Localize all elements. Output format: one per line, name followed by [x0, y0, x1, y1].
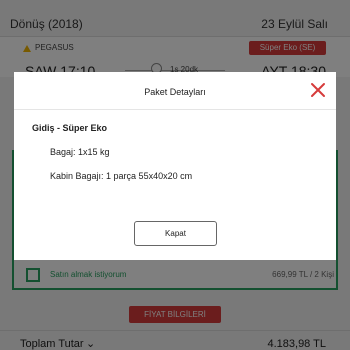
- modal-header: Paket Detayları: [14, 72, 336, 110]
- route-fare-title: Gidiş - Süper Eko: [32, 123, 108, 133]
- cabin-baggage-allowance: Kabin Bagajı: 1 parça 55x40x20 cm: [50, 171, 193, 181]
- baggage-allowance: Bagaj: 1x15 kg: [50, 147, 110, 157]
- close-button[interactable]: Kapat: [134, 221, 217, 246]
- modal-body: Gidiş - Süper Eko Bagaj: 1x15 kg Kabin B…: [14, 110, 336, 260]
- close-icon[interactable]: [310, 82, 326, 98]
- modal-title: Paket Detayları: [144, 87, 206, 97]
- package-details-modal: Paket Detayları Gidiş - Süper Eko Bagaj:…: [14, 72, 336, 260]
